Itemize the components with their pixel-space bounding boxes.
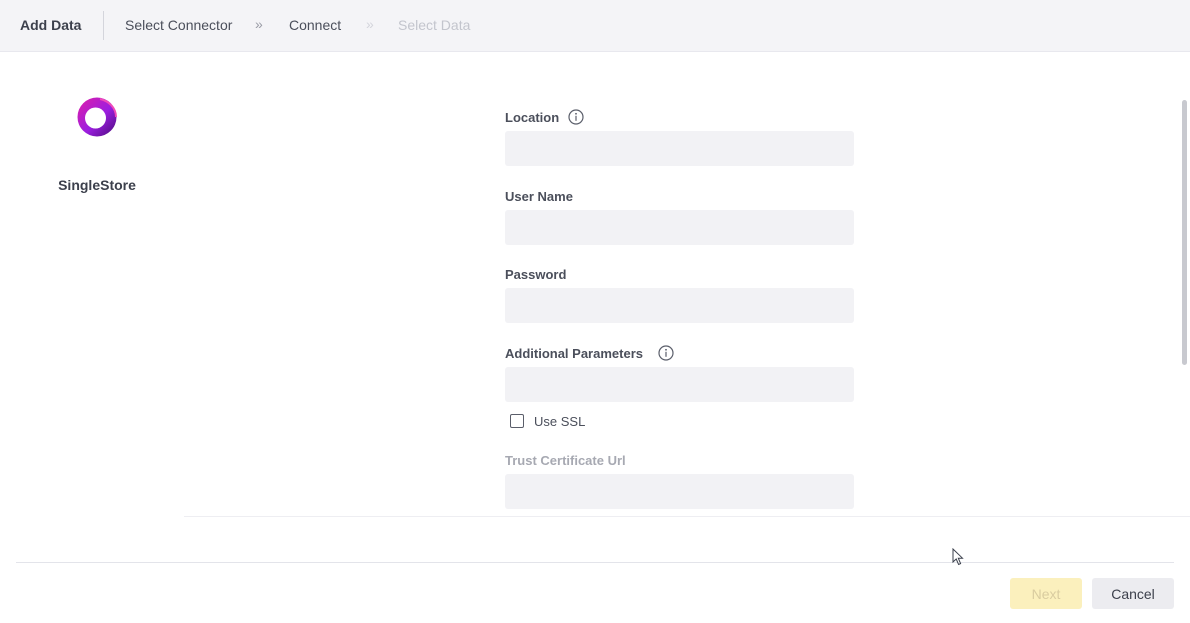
- connector-name: SingleStore: [58, 177, 136, 193]
- content-divider: [184, 516, 1190, 517]
- trust-certificate-url-input[interactable]: [505, 474, 854, 509]
- header-bar: Add Data Select Connector » Connect » Se…: [0, 0, 1190, 52]
- breadcrumb-chevron-icon: »: [366, 16, 374, 32]
- password-label: Password: [505, 267, 567, 282]
- user-name-input[interactable]: [505, 210, 854, 245]
- use-ssl-label[interactable]: Use SSL: [534, 414, 585, 429]
- additional-parameters-input[interactable]: [505, 367, 854, 402]
- footer-divider: [16, 562, 1174, 563]
- header-divider: [103, 11, 104, 40]
- page-title: Add Data: [20, 17, 82, 33]
- trust-certificate-url-label: Trust Certificate Url: [505, 453, 626, 468]
- additional-parameters-label: Additional Parameters: [505, 346, 643, 361]
- use-ssl-checkbox[interactable]: [510, 414, 524, 428]
- info-icon[interactable]: [568, 109, 584, 125]
- user-name-label: User Name: [505, 189, 573, 204]
- password-input[interactable]: [505, 288, 854, 323]
- breadcrumb-connect: Connect: [289, 17, 342, 33]
- cancel-button[interactable]: Cancel: [1092, 578, 1174, 609]
- info-icon[interactable]: [658, 345, 674, 361]
- singlestore-logo-icon: [77, 97, 117, 137]
- mouse-cursor-icon: [952, 548, 964, 566]
- location-label: Location: [505, 110, 560, 125]
- breadcrumb-select-data: Select Data: [398, 17, 471, 33]
- next-button[interactable]: Next: [1010, 578, 1082, 609]
- breadcrumb-chevron-icon: »: [255, 16, 263, 32]
- breadcrumb-select-connector[interactable]: Select Connector: [125, 17, 232, 33]
- location-input[interactable]: [505, 131, 854, 166]
- scrollbar-thumb[interactable]: [1182, 100, 1187, 365]
